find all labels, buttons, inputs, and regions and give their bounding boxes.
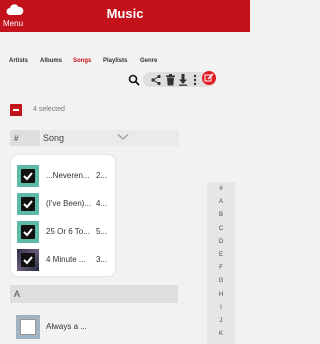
index-letter[interactable]: D xyxy=(207,239,235,245)
song-row[interactable]: Always a ... xyxy=(16,315,126,344)
song-row[interactable]: 25 Or 6 To... 5... xyxy=(17,221,113,243)
check-icon xyxy=(23,172,33,181)
song-number: 3... xyxy=(96,255,108,264)
deselect-all-checkbox[interactable] xyxy=(10,104,22,116)
index-letter[interactable]: G xyxy=(207,278,235,284)
selected-count: 4 selected xyxy=(33,106,65,113)
index-letter[interactable]: # xyxy=(207,186,235,192)
share-icon[interactable] xyxy=(150,73,162,87)
album-thumbnail xyxy=(17,221,39,243)
album-thumbnail xyxy=(17,249,39,271)
checkbox-checked[interactable] xyxy=(21,169,35,183)
list-header: # Song xyxy=(10,130,179,146)
checkbox-checked[interactable] xyxy=(21,197,35,211)
index-letter[interactable]: B xyxy=(207,212,235,218)
song-number: 4... xyxy=(96,199,108,208)
index-letter[interactable]: E xyxy=(207,252,235,258)
section-header: A xyxy=(10,285,178,303)
sort-dropdown[interactable]: Song xyxy=(40,130,179,146)
page-title: Music xyxy=(106,6,144,21)
tab-playlists[interactable]: Playlists xyxy=(103,58,127,64)
tab-songs[interactable]: Songs xyxy=(73,58,91,64)
song-title: ...Neveren... xyxy=(46,171,90,180)
checkbox-unchecked[interactable] xyxy=(20,319,36,335)
edit-icon xyxy=(204,73,214,82)
check-icon xyxy=(23,200,33,209)
trash-icon[interactable] xyxy=(165,73,176,87)
check-icon xyxy=(23,256,33,265)
selection-bar: 4 selected xyxy=(0,104,250,118)
tab-genre[interactable]: Genre xyxy=(140,58,157,64)
song-row[interactable]: (I've Been)... 4... xyxy=(17,193,113,215)
song-row[interactable]: 4 Minute ... 3... xyxy=(17,249,113,271)
album-thumbnail xyxy=(17,165,39,187)
song-number: 2... xyxy=(96,171,108,180)
selected-songs-panel: ...Neveren... 2... (I've Been)... 4... 2… xyxy=(11,155,115,276)
section-letter: A xyxy=(14,289,21,299)
download-icon[interactable] xyxy=(178,73,188,87)
category-tabs: Artists Albums Songs Playlists Genre xyxy=(0,58,250,72)
app-header: Menu Music xyxy=(0,0,250,32)
song-title: 25 Or 6 To... xyxy=(46,227,90,236)
song-number: 5... xyxy=(96,227,108,236)
song-title: (I've Been)... xyxy=(46,199,92,208)
song-title: Always a ... xyxy=(46,322,87,331)
tab-artists[interactable]: Artists xyxy=(9,58,28,64)
checkbox-checked[interactable] xyxy=(21,253,35,267)
index-letter[interactable]: A xyxy=(207,199,235,205)
edit-button[interactable] xyxy=(202,71,216,85)
index-letter[interactable]: K xyxy=(207,331,235,337)
index-letter[interactable]: H xyxy=(207,292,235,298)
album-thumbnail xyxy=(16,315,40,339)
alphabet-index[interactable]: # A B C D E F G H I J K xyxy=(207,182,235,344)
checkbox-checked[interactable] xyxy=(21,225,35,239)
number-column-header: # xyxy=(14,134,19,143)
more-icon[interactable] xyxy=(193,73,197,87)
index-letter[interactable]: I xyxy=(207,305,235,311)
index-letter[interactable]: J xyxy=(207,318,235,324)
album-thumbnail xyxy=(17,193,39,215)
song-row[interactable]: ...Neveren... 2... xyxy=(17,165,113,187)
check-icon xyxy=(23,228,33,237)
sort-label: Song xyxy=(43,133,65,143)
index-letter[interactable]: F xyxy=(207,265,235,271)
search-icon[interactable] xyxy=(128,73,140,87)
tab-albums[interactable]: Albums xyxy=(40,58,62,64)
chevron-down-icon xyxy=(117,134,129,140)
song-title: 4 Minute ... xyxy=(46,255,86,264)
index-letter[interactable]: C xyxy=(207,226,235,232)
